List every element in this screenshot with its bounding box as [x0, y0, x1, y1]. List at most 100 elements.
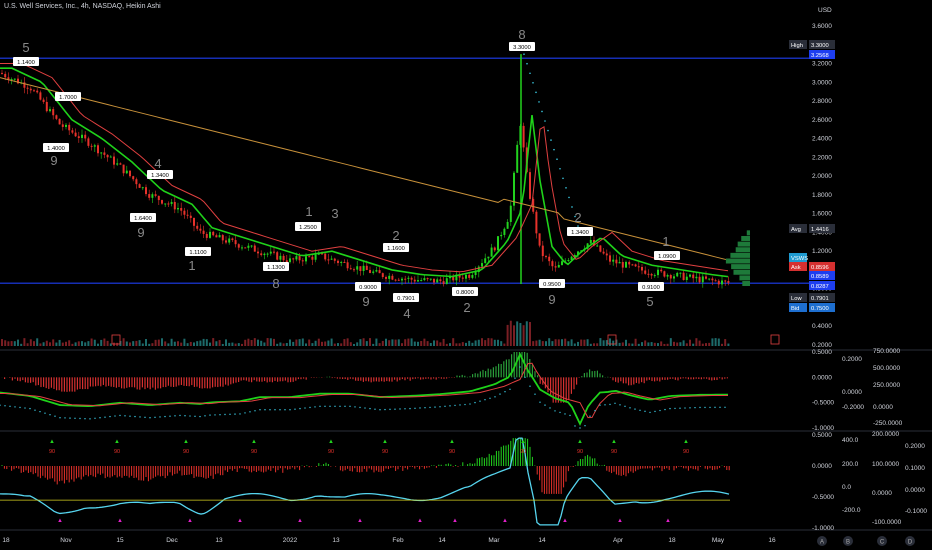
macd-dot	[434, 406, 436, 408]
macd-dot	[149, 417, 151, 419]
signal-triangle-marker: ▲	[357, 518, 363, 524]
macd-dot	[539, 401, 541, 403]
candle-body	[596, 245, 599, 247]
time-tick-label: Feb	[392, 537, 404, 544]
price-tick-label: 1.2000	[812, 248, 832, 255]
candle-body	[244, 247, 247, 249]
volume-bar	[388, 340, 391, 346]
signal-triangle-marker: ▲	[417, 518, 423, 524]
volume-bar	[586, 339, 589, 346]
candle-body	[167, 203, 170, 205]
candle-body	[663, 271, 666, 277]
volume-bar	[532, 341, 535, 346]
volume-bar	[1, 339, 3, 346]
earnings-marker	[770, 334, 780, 345]
candle-body	[109, 156, 112, 158]
macd-dot	[89, 418, 91, 420]
volume-bar	[375, 338, 378, 346]
volume-bar	[625, 339, 627, 346]
candle-body	[439, 279, 442, 282]
macd-dot	[274, 409, 276, 411]
macd-dot	[439, 406, 441, 408]
candle-body	[500, 234, 503, 237]
macd-dot	[504, 391, 506, 393]
signal-count-label: 90	[328, 449, 334, 455]
volume-bar	[628, 343, 631, 346]
candle-body	[599, 245, 602, 252]
candle-body	[721, 280, 723, 285]
candle-body	[145, 187, 147, 195]
macd-dot	[64, 417, 66, 419]
volume-bar	[205, 339, 208, 346]
volume-bar	[717, 338, 720, 346]
signal-up-arrow: ▲	[449, 439, 455, 445]
candle-body	[669, 275, 672, 279]
candle-body	[289, 258, 291, 263]
candle-body	[260, 253, 263, 256]
macd-dot	[654, 410, 656, 413]
price-tag-label: Low	[791, 296, 802, 302]
price-annotation-label: 1.0900	[658, 254, 676, 260]
price-annotation-label: 3.3000	[513, 45, 531, 51]
candle-body	[13, 78, 16, 80]
signal-count-label: 90	[520, 449, 526, 455]
volume-bar	[365, 341, 368, 346]
macd-dot	[689, 407, 691, 409]
candle-body	[42, 99, 45, 102]
volume-bar	[330, 338, 333, 346]
candle-body	[689, 274, 691, 277]
volume-bar	[295, 339, 298, 346]
candle-body	[234, 240, 237, 245]
signal-triangle-marker: ▲	[452, 518, 458, 524]
candle-body	[679, 272, 682, 274]
candle-body	[471, 275, 474, 278]
candle-body	[122, 164, 125, 174]
volume-bar	[487, 338, 490, 346]
candle-body	[522, 125, 525, 148]
volume-bar	[599, 338, 602, 346]
corner-badge-label: A	[820, 540, 824, 546]
candle-body	[228, 238, 231, 243]
candle-body	[484, 258, 487, 264]
volume-bar	[724, 339, 727, 346]
volume-bar	[244, 339, 247, 346]
volume-bar	[257, 339, 259, 346]
macd-dot	[354, 406, 356, 408]
candle-body	[445, 278, 448, 285]
candle-body	[708, 278, 711, 280]
volume-bar	[228, 342, 231, 346]
time-tick-label: 18	[2, 537, 10, 544]
candle-body	[388, 275, 391, 279]
candle-body	[401, 278, 403, 281]
volume-bar	[660, 341, 663, 346]
signal-triangle-marker: ▲	[297, 518, 303, 524]
candle-body	[212, 231, 215, 236]
volume-bar	[279, 342, 282, 346]
macd-dot	[289, 409, 291, 411]
macd-right-tick-b: 750.0000	[873, 348, 900, 355]
macd-dot	[189, 415, 191, 417]
volume-bar	[196, 341, 199, 346]
candle-body	[506, 221, 509, 229]
macd-dot	[344, 405, 346, 408]
volume-bar	[129, 342, 131, 346]
volume-bar	[212, 338, 215, 346]
candle-body	[497, 236, 499, 251]
volume-bar	[193, 342, 195, 346]
signal-right-tick-c: -0.1000	[905, 508, 927, 515]
volume-bar	[167, 343, 170, 346]
signal-tick-label: 0.0000	[812, 463, 832, 470]
macd-dot	[234, 413, 236, 415]
parabolic-dot	[523, 53, 525, 55]
candle-body	[513, 172, 515, 206]
candle-body	[567, 260, 570, 262]
volume-bar	[177, 341, 179, 346]
price-tick-label: 2.8000	[812, 98, 832, 105]
macd-dot	[464, 403, 466, 406]
signal-count-label: 90	[449, 449, 455, 455]
volume-bar	[493, 339, 496, 346]
volume-bar	[221, 343, 224, 346]
macd-dot	[19, 406, 21, 409]
signal-up-arrow: ▲	[520, 439, 526, 445]
chart-canvas[interactable]: USD3.60003.40003.20003.00002.80002.60002…	[0, 0, 932, 550]
